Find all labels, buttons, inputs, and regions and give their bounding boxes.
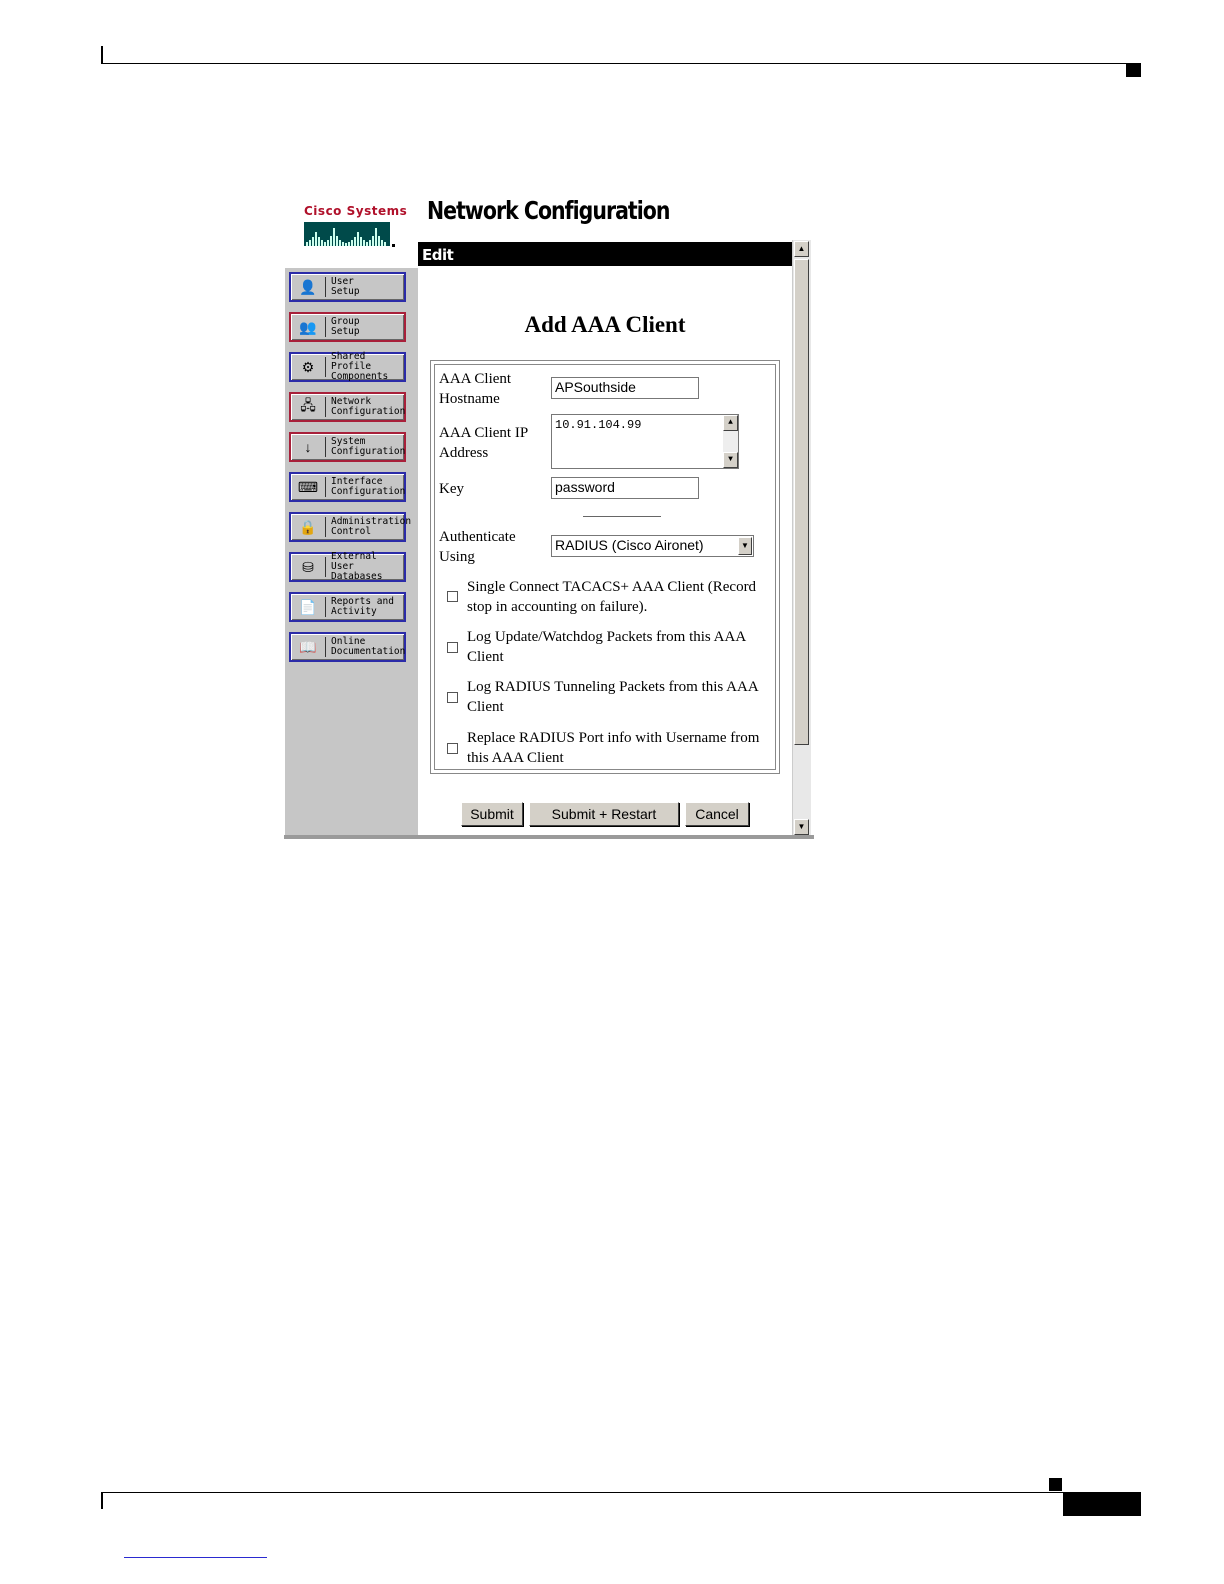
page-header-tick <box>101 46 103 63</box>
authenticate-using-label: Authenticate Using <box>439 529 516 565</box>
scroll-down-icon[interactable]: ▼ <box>723 452 738 468</box>
sidebar-item-label: Reports and Activity <box>331 596 394 617</box>
ip-address-field[interactable]: 10.91.104.99 ▲ ▼ <box>551 414 739 469</box>
authenticate-using-value: RADIUS (Cisco Aironet) <box>555 537 704 553</box>
replace-radius-port-checkbox[interactable] <box>447 743 458 754</box>
key-label: Key <box>439 481 464 497</box>
sidebar-item-label: Shared Profile Components <box>331 351 389 382</box>
scroll-down-icon[interactable]: ▼ <box>794 819 809 835</box>
add-client-form: AAA Client Hostname APSouthside AAA Clie… <box>430 360 780 774</box>
page-footer-marker <box>1049 1478 1062 1491</box>
page-footer-tick <box>101 1492 103 1509</box>
shared-profile-icon: ⚙ <box>301 358 315 375</box>
reports-icon: 📄 <box>299 598 317 615</box>
ip-address-scrollbar[interactable]: ▲ ▼ <box>723 415 738 468</box>
hostname-label: AAA Client Hostname <box>439 371 512 407</box>
sidebar-item-network-configuration[interactable]: 🖧 Network Configuration <box>289 392 406 422</box>
authenticate-using-select[interactable]: RADIUS (Cisco Aironet) ▼ <box>551 535 754 557</box>
sidebar-item-label: System Configuration <box>331 436 406 457</box>
sidebar-item-interface-configuration[interactable]: ⌨ Interface Configuration <box>289 472 406 502</box>
screenshot-window: Cisco Systems Network Configuration 👤 Us… <box>284 192 814 840</box>
sidebar-item-shared-profile[interactable]: ⚙ Shared Profile Components <box>289 352 406 382</box>
sidebar-item-label: External User Databases <box>331 551 383 582</box>
scroll-up-icon[interactable]: ▲ <box>723 415 738 431</box>
hostname-field[interactable]: APSouthside <box>551 377 699 399</box>
group-setup-icon: 👥 <box>299 318 317 335</box>
sidebar: 👤 User Setup 👥 Group Setup ⚙ Shared Prof… <box>285 268 420 836</box>
key-field[interactable]: password <box>551 477 699 499</box>
logo-text: Cisco Systems <box>304 204 408 218</box>
replace-radius-port-label: Replace RADIUS Port info with Username f… <box>467 730 760 766</box>
content-pane: Edit Add AAA Client AAA Client Hostname … <box>418 240 792 838</box>
submit-button[interactable]: Submit <box>461 802 523 826</box>
documentation-icon: 📖 <box>299 638 317 655</box>
single-connect-checkbox[interactable] <box>447 591 458 602</box>
log-radius-tunneling-label: Log RADIUS Tunneling Packets from this A… <box>467 679 758 715</box>
sidebar-item-external-user-databases[interactable]: ⛁ External User Databases <box>289 552 406 582</box>
sidebar-item-label: Administration Control <box>331 516 412 537</box>
sidebar-item-label: User Setup <box>331 276 360 297</box>
user-setup-icon: 👤 <box>299 278 317 295</box>
footer-link-underline <box>124 1557 267 1558</box>
sidebar-item-label: Group Setup <box>331 316 360 337</box>
sidebar-item-group-setup[interactable]: 👥 Group Setup <box>289 312 406 342</box>
cancel-button[interactable]: Cancel <box>685 802 749 826</box>
admin-control-icon: 🔒 <box>299 518 317 535</box>
log-update-checkbox[interactable] <box>447 642 458 653</box>
content-scrollbar[interactable]: ▲ ▼ <box>792 240 811 836</box>
sidebar-item-label: Interface Configuration <box>331 476 406 497</box>
log-radius-tunneling-checkbox[interactable] <box>447 692 458 703</box>
network-config-icon: 🖧 <box>300 397 316 413</box>
sidebar-item-administration-control[interactable]: 🔒 Administration Control <box>289 512 412 542</box>
window-bottom-border <box>284 835 814 839</box>
sidebar-item-online-documentation[interactable]: 📖 Online Documentation <box>289 632 406 662</box>
ip-address-value: 10.91.104.99 <box>555 418 642 432</box>
sidebar-item-label: Online Documentation <box>331 636 406 657</box>
submit-restart-button[interactable]: Submit + Restart <box>529 802 679 826</box>
external-db-icon: ⛁ <box>302 558 314 575</box>
single-connect-label: Single Connect TACACS+ AAA Client (Recor… <box>467 579 757 615</box>
form-title: Add AAA Client <box>524 312 686 337</box>
interface-config-icon: ⌨ <box>297 478 319 495</box>
page-header-rule <box>101 63 1141 64</box>
sidebar-item-label: Network Configuration <box>331 396 406 417</box>
chevron-down-icon[interactable]: ▼ <box>738 537 752 555</box>
system-config-icon: ↓ <box>304 439 312 455</box>
logo-bars <box>304 222 390 246</box>
cisco-logo: Cisco Systems <box>304 204 408 252</box>
log-update-label: Log Update/Watchdog Packets from this AA… <box>467 629 746 665</box>
page-title: Network Configuration <box>427 196 670 225</box>
key-divider <box>583 516 661 517</box>
scroll-up-icon[interactable]: ▲ <box>794 241 809 257</box>
sidebar-item-reports-and-activity[interactable]: 📄 Reports and Activity <box>289 592 406 622</box>
section-header: Edit <box>418 242 792 266</box>
page-footer-rule <box>101 1492 1141 1493</box>
page-number-box <box>1063 1492 1141 1516</box>
sidebar-item-user-setup[interactable]: 👤 User Setup <box>289 272 406 302</box>
sidebar-item-system-configuration[interactable]: ↓ System Configuration <box>289 432 406 462</box>
page-header-marker <box>1126 64 1141 77</box>
ip-address-label: AAA Client IP Address <box>439 425 528 461</box>
scrollbar-thumb[interactable] <box>794 259 809 745</box>
